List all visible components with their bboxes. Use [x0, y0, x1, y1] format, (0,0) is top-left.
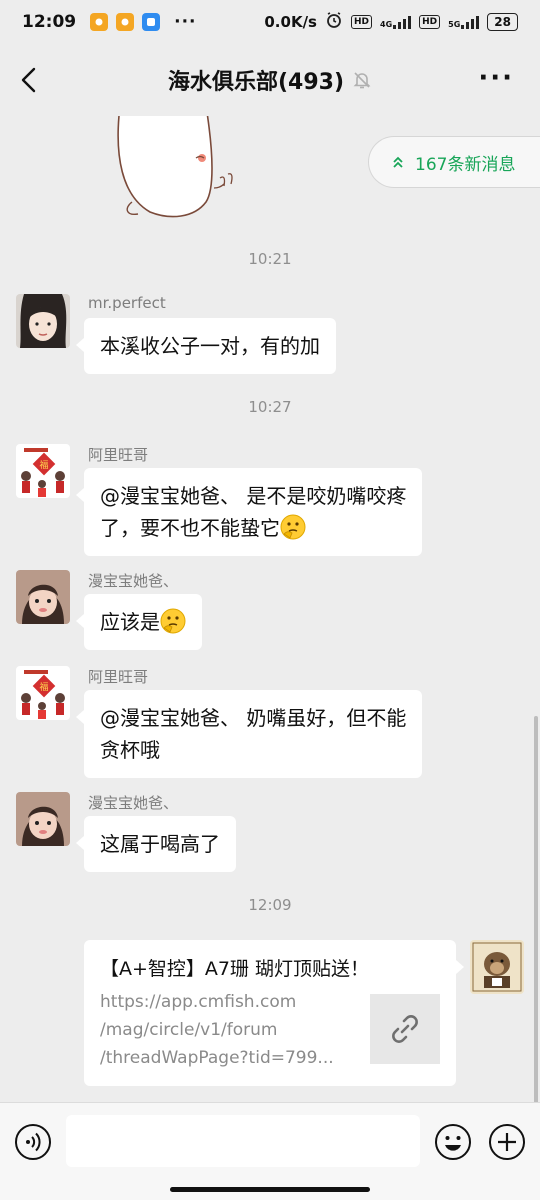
svg-text:福: 福 — [39, 681, 48, 693]
chat-header: 海水俱乐部(493) ··· — [0, 44, 540, 116]
avatar[interactable] — [16, 792, 70, 846]
svg-text:福: 福 — [39, 459, 48, 471]
scrollbar[interactable] — [534, 716, 538, 1102]
link-icon — [392, 1015, 418, 1043]
more-notifications: ··· — [174, 12, 197, 32]
link-card-title: 【A+智控】A7珊 瑚灯顶贴送！ — [100, 958, 370, 980]
link-card-url-line: /mag/circle/v1/forum — [100, 1020, 278, 1040]
message-text: 应该是 — [100, 610, 160, 634]
avatar[interactable] — [16, 294, 70, 348]
sender-name: 漫宝宝她爸、 — [88, 572, 179, 590]
link-card-url-line: https://app.cmfish.com — [100, 992, 297, 1012]
link-card-url: https://app.cmfish.com /mag/circle/v1/fo… — [100, 988, 350, 1072]
app-notification-icon — [116, 13, 135, 31]
message-text-line: @漫宝宝她爸、 奶嘴虽好，但不能 — [100, 706, 407, 730]
message-bubble[interactable]: 应该是 — [76, 594, 202, 650]
message-bubble[interactable]: 本溪收公子一对，有的加 — [76, 318, 336, 374]
bell-off-icon — [353, 72, 371, 89]
new-messages-button[interactable]: 167条新消息 — [368, 136, 540, 188]
sender-name: mr.perfect — [88, 294, 166, 312]
input-bar — [0, 1102, 540, 1200]
message-bubble[interactable]: @漫宝宝她爸、 是不是咬奶嘴咬疼 了，要不也不能蛰它 — [75, 468, 423, 556]
thinking-emoji-icon — [280, 514, 306, 540]
hd-badge: HD — [419, 15, 441, 29]
sender-name: 阿里旺哥 — [88, 446, 149, 464]
message-bubble[interactable]: 这属于喝高了 — [76, 816, 236, 872]
app-notification-icon — [142, 13, 161, 31]
link-card-thumbnail — [370, 994, 440, 1064]
message-list[interactable]: 167条新消息 10:21 mr.perfect 本溪收公子一对，有的加 10:… — [0, 116, 540, 1102]
network-type: 4G — [380, 20, 393, 29]
double-chevron-up-icon — [393, 156, 403, 168]
avatar[interactable]: 福 — [16, 666, 70, 720]
message-text-line: @漫宝宝她爸、 是不是咬奶嘴咬疼 — [100, 484, 407, 508]
alarm-icon — [325, 11, 343, 33]
status-time: 12:09 — [22, 12, 77, 32]
sender-name: 阿里旺哥 — [88, 668, 149, 686]
sender-name: 漫宝宝她爸、 — [88, 794, 179, 812]
battery-icon: 28 — [487, 13, 518, 31]
smile-icon[interactable] — [434, 1123, 472, 1161]
voice-icon[interactable] — [14, 1123, 52, 1161]
self-avatar[interactable] — [470, 940, 524, 994]
message-text: 本溪收公子一对，有的加 — [100, 334, 320, 358]
link-card-url-line: /threadWapPage?tid=799... — [100, 1048, 334, 1068]
home-indicator — [170, 1187, 370, 1192]
message-timestamp: 10:27 — [248, 398, 292, 416]
chevron-left-icon[interactable] — [16, 66, 44, 94]
avatar[interactable] — [16, 570, 70, 624]
message-bubble[interactable]: @漫宝宝她爸、 奶嘴虽好，但不能 贪杯哦 — [75, 690, 423, 778]
signal-icon: 4G — [380, 15, 412, 29]
new-messages-label: 167条新消息 — [415, 154, 516, 175]
plus-icon[interactable] — [488, 1123, 526, 1161]
status-bar: 12:09 ··· 0.0K/s HD 4G HD 5G 28 — [0, 0, 540, 44]
more-options-button[interactable]: ··· — [478, 65, 514, 91]
message-text: 这属于喝高了 — [100, 832, 220, 856]
app-notification-icon — [90, 13, 109, 31]
link-card[interactable]: 【A+智控】A7珊 瑚灯顶贴送！ https://app.cmfish.com … — [84, 940, 464, 1086]
message-timestamp: 10:21 — [248, 250, 292, 268]
avatar[interactable]: 福 — [16, 444, 70, 498]
network-type: 5G — [448, 20, 461, 29]
hd-badge: HD — [350, 15, 372, 29]
thinking-emoji-icon — [160, 608, 186, 634]
message-text-line: 贪杯哦 — [100, 738, 160, 762]
message-timestamp: 12:09 — [248, 896, 292, 914]
message-text-line: 了，要不也不能蛰它 — [100, 516, 280, 540]
signal-icon: 5G — [448, 15, 480, 29]
chat-title: 海水俱乐部(493) — [167, 70, 345, 95]
sticker-image[interactable] — [110, 116, 250, 220]
network-speed: 0.0K/s — [264, 13, 317, 31]
battery-level: 28 — [494, 15, 511, 29]
message-input[interactable] — [66, 1115, 420, 1167]
